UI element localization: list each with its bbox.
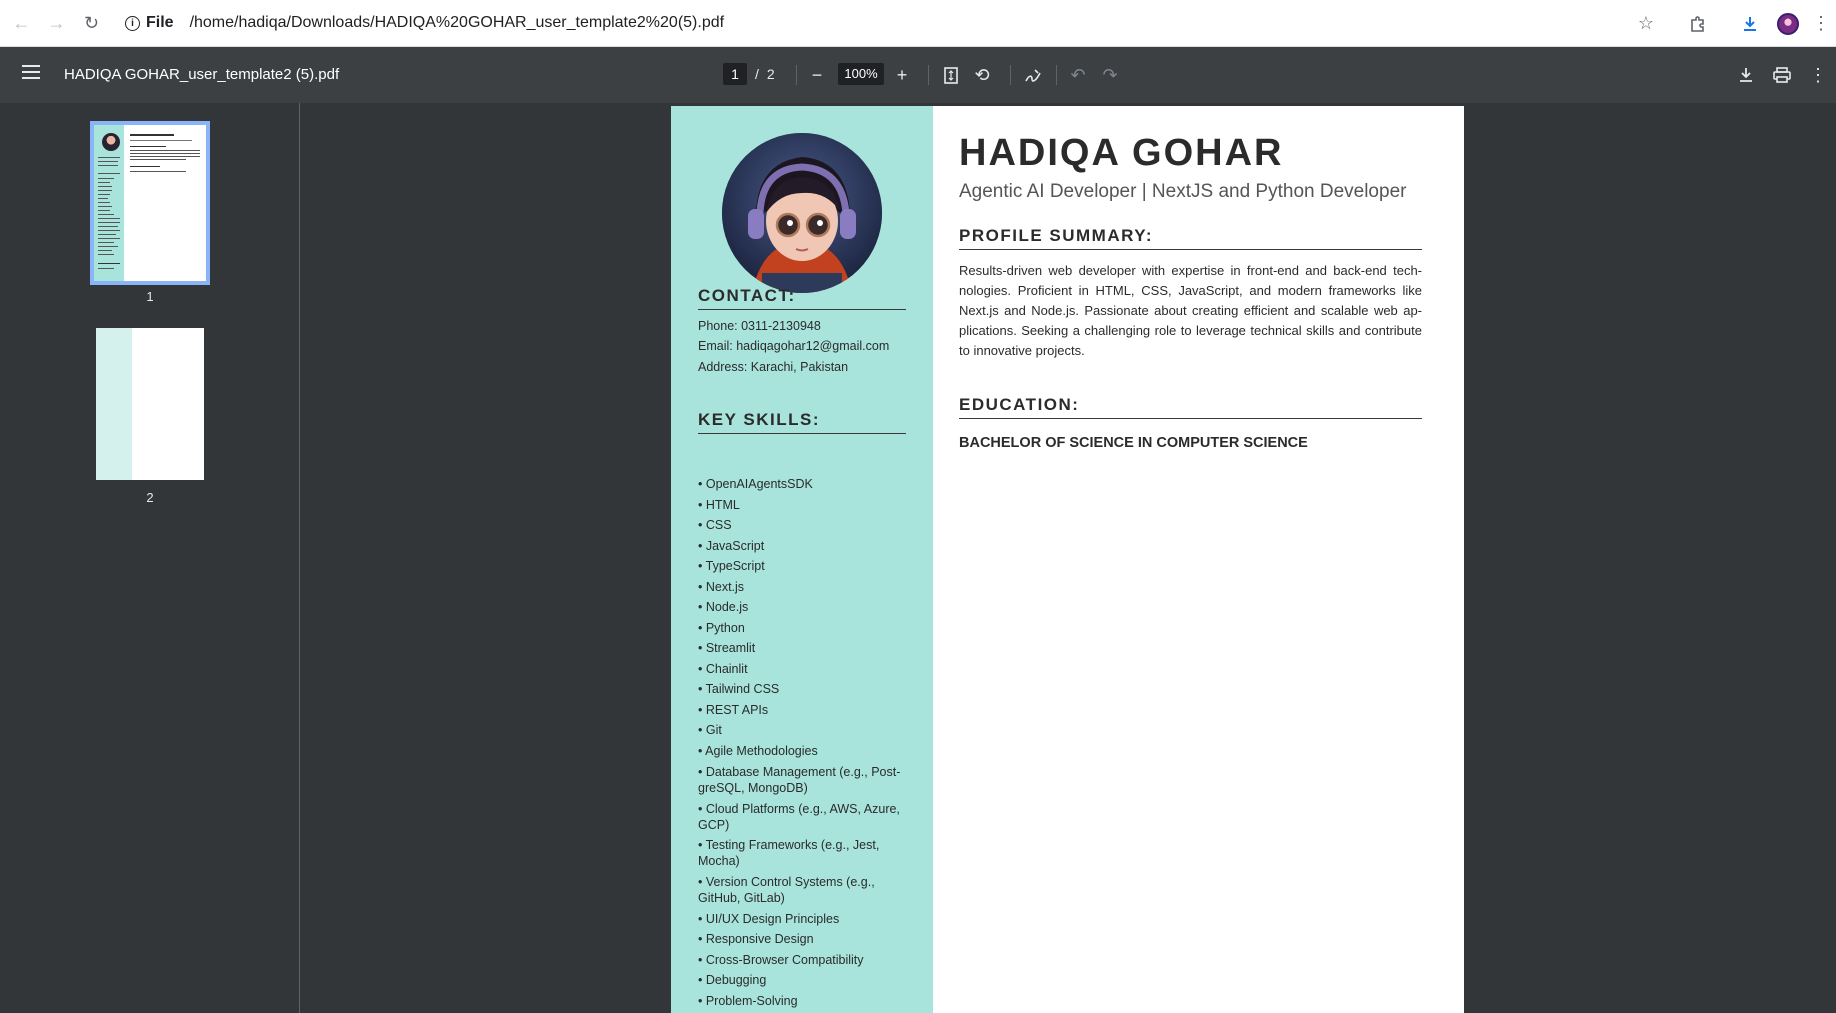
skill-item: • Node.js (698, 600, 749, 614)
profile-photo (722, 133, 882, 293)
browser-menu-icon[interactable]: ⋮ (1806, 6, 1836, 42)
toolbar-divider (1056, 65, 1057, 85)
undo-icon[interactable]: ↶ (1064, 61, 1092, 89)
education-heading: EDUCATION: (959, 395, 1422, 419)
skill-item: • Debugging (698, 973, 767, 987)
skill-item: • Cloud Platforms (e.g., AWS, Azure, GCP… (698, 802, 900, 832)
contact-phone: Phone: 0311-2130948 (698, 319, 821, 333)
profile-summary-text: Results-driven web developer with expert… (959, 263, 1422, 358)
skill-item: • Tailwind CSS (698, 682, 780, 696)
zoom-out-icon[interactable]: − (803, 61, 831, 89)
reload-button[interactable]: ↻ (74, 6, 109, 41)
page-number-input[interactable]: 1 (723, 63, 747, 85)
resume-role: Agentic AI Developer | NextJS and Python… (959, 181, 1407, 202)
education-degree: BACHELOR OF SCIENCE IN COMPUTER SCIENCE (959, 435, 1308, 451)
site-info-chip[interactable]: i File (125, 14, 174, 32)
zoom-input[interactable]: 100% (838, 63, 884, 85)
skill-item: • Problem-Solving (698, 994, 798, 1008)
skill-item: • Streamlit (698, 641, 756, 655)
skill-item: • Git (698, 723, 722, 737)
annotate-pen-icon[interactable] (1019, 61, 1047, 89)
skill-item: • REST APIs (698, 703, 769, 717)
address-bar-actions: ☆ ⋮ (1628, 0, 1836, 47)
pdf-toolbar: HADIQA GOHAR_user_template2 (5).pdf 1 / … (0, 47, 1836, 103)
skill-item: • HTML (698, 498, 740, 512)
skill-item: • CSS (698, 518, 732, 532)
thumbnail-sidebar: 1 2 (0, 103, 300, 1013)
skill-item: • Python (698, 621, 745, 635)
skill-item: • Version Control Systems (e.g., GitHub,… (698, 875, 875, 905)
document-title: HADIQA GOHAR_user_template2 (5).pdf (64, 66, 340, 83)
toolbar-divider (796, 65, 797, 85)
site-label: File (146, 14, 174, 31)
print-icon[interactable] (1768, 61, 1796, 89)
skills-heading: KEY SKILLS: (698, 410, 906, 434)
bookmark-star-icon[interactable]: ☆ (1628, 6, 1664, 42)
thumbnail-label-1: 1 (146, 289, 154, 304)
info-icon: i (125, 15, 140, 31)
more-actions-icon[interactable]: ⋮ (1804, 61, 1832, 89)
thumbnail-page-content (94, 125, 206, 281)
address-bar: ← → ↻ i File /home/hadiqa/Downloads/HADI… (0, 0, 1836, 47)
thumbnail-label-2: 2 (146, 490, 154, 505)
skill-item: • JavaScript (698, 539, 765, 553)
resume-name: HADIQA GOHAR (959, 132, 1284, 174)
toolbar-divider (1010, 65, 1011, 85)
skill-item: • UI/UX Design Principles (698, 912, 840, 926)
total-pages: 2 (766, 66, 775, 82)
skill-item: • Cross-Browser Compatibility (698, 953, 864, 967)
skill-item: • TypeScript (698, 559, 765, 573)
zoom-in-icon[interactable]: + (888, 61, 916, 89)
back-button[interactable]: ← (4, 6, 39, 41)
downloads-icon[interactable] (1732, 6, 1768, 42)
url-field[interactable]: /home/hadiqa/Downloads/HADIQA%20GOHAR_us… (190, 14, 725, 32)
skill-item: • Agile Methodologies (698, 744, 818, 758)
extensions-icon[interactable] (1680, 6, 1716, 42)
summary-heading: PROFILE SUMMARY: (959, 226, 1422, 250)
skill-item: • Next.js (698, 580, 745, 594)
pdf-page: CONTACT: Phone: 0311-2130948 Email: hadi… (671, 106, 1464, 1013)
skill-item: • OpenAIAgentsSDK (698, 477, 813, 491)
rotate-icon[interactable]: ⟲ (968, 61, 996, 89)
page-thumbnail-2[interactable] (96, 328, 204, 480)
redo-icon[interactable]: ↷ (1096, 61, 1124, 89)
page-thumbnail-1[interactable] (90, 121, 210, 285)
forward-button[interactable]: → (39, 6, 74, 41)
skill-item: • Responsive Design (698, 932, 814, 946)
page-separator: / (755, 66, 759, 82)
profile-icon (1777, 12, 1799, 35)
page-selector: 1 / 2 (723, 63, 775, 85)
skill-item: • Database Management (e.g., Post-greSQL… (698, 765, 901, 795)
thumbnail-avatar (102, 133, 120, 151)
thumbnail-left-panel (96, 328, 132, 480)
profile-avatar[interactable] (1770, 6, 1806, 42)
contact-address: Address: Karachi, Pakistan (698, 360, 849, 374)
fit-page-icon[interactable] (937, 61, 965, 89)
skill-item: • Testing Frameworks (e.g., Jest, Mocha) (698, 838, 880, 868)
download-icon[interactable] (1732, 61, 1760, 89)
contact-heading: CONTACT: (698, 286, 906, 310)
skill-item: • Chainlit (698, 662, 748, 676)
sidebar-menu-icon[interactable] (22, 65, 40, 79)
toolbar-divider (928, 65, 929, 85)
contact-email: Email: hadiqagohar12@gmail.com (698, 339, 890, 353)
